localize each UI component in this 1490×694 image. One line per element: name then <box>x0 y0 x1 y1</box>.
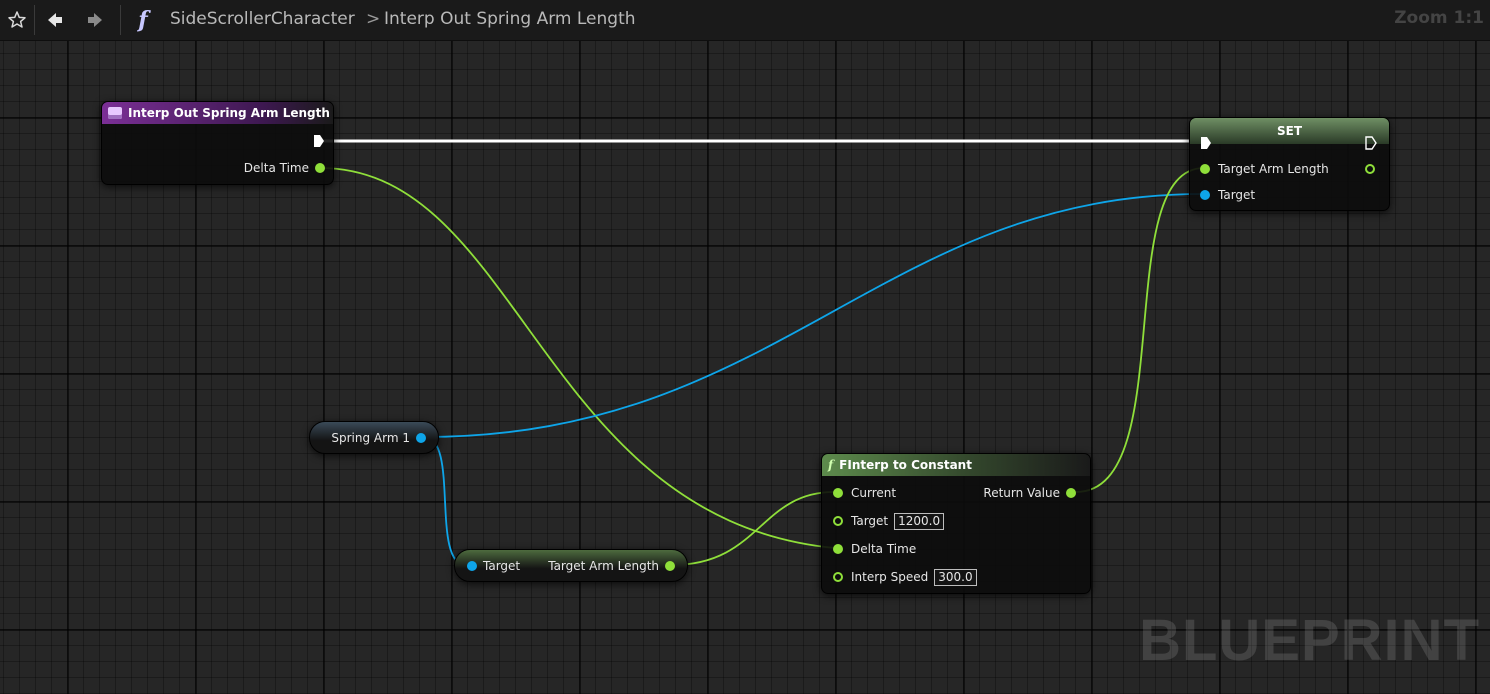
float-pin-icon[interactable] <box>1200 164 1210 174</box>
float-pin-icon[interactable] <box>1365 164 1375 174</box>
set-target-arm-length-pin[interactable]: Target Arm Length <box>1200 161 1329 177</box>
function-icon: f <box>828 458 834 472</box>
event-exec-out[interactable] <box>313 133 325 149</box>
set-node-title: SET <box>1276 124 1303 138</box>
finterp-target-label: Target <box>851 514 889 528</box>
object-pin-icon[interactable] <box>1200 190 1210 200</box>
finterp-node-header[interactable]: f FInterp to Constant <box>822 454 1090 476</box>
event-delta-time-pin[interactable]: Delta Time <box>244 160 325 176</box>
exec-pin-icon <box>314 135 324 147</box>
float-pin-icon[interactable] <box>833 516 843 526</box>
float-pin-icon[interactable] <box>665 561 675 571</box>
finterp-target-value-input[interactable]: 1200.0 <box>894 512 945 530</box>
spring-arm-to-set-target-wire <box>423 193 1204 438</box>
spring-arm-label: Spring Arm 1 <box>331 431 410 445</box>
set-target-label: Target <box>1218 188 1256 202</box>
set-node[interactable]: SET Target Arm Length Target <box>1189 117 1390 211</box>
event-node-title: Interp Out Spring Arm Length <box>128 106 330 120</box>
get-arm-length-label: Target Arm Length <box>548 559 659 573</box>
get-target-label: Target <box>483 559 521 573</box>
finterp-return-value-label: Return Value <box>983 486 1060 500</box>
set-target-pin[interactable]: Target <box>1200 187 1255 203</box>
finterp-current-label: Current <box>851 486 897 500</box>
finterp-interp-speed-value-input[interactable]: 300.0 <box>934 568 977 586</box>
spring-arm-output-pin[interactable]: Spring Arm 1 <box>331 430 426 446</box>
event-node-header[interactable]: Interp Out Spring Arm Length <box>102 102 333 124</box>
get-target-pin[interactable]: Target <box>467 558 520 574</box>
get-target-arm-length-node[interactable]: Target Target Arm Length <box>454 549 688 582</box>
float-pin-icon[interactable] <box>833 544 843 554</box>
delta-time-wire <box>319 167 836 549</box>
spring-arm-to-get-target-wire <box>423 436 467 566</box>
set-output-pin[interactable] <box>1365 161 1375 177</box>
set-exec-out[interactable] <box>1365 135 1377 151</box>
finterp-interp-speed-pin[interactable]: Interp Speed 300.0 <box>833 568 977 586</box>
finterp-delta-time-label: Delta Time <box>851 542 917 556</box>
set-target-arm-length-label: Target Arm Length <box>1218 162 1329 176</box>
event-icon <box>108 107 122 119</box>
finterp-return-value-pin[interactable]: Return Value <box>983 485 1076 501</box>
object-pin-icon[interactable] <box>467 561 477 571</box>
set-exec-in[interactable] <box>1200 135 1212 151</box>
event-node[interactable]: Interp Out Spring Arm Length Delta Time <box>101 101 334 185</box>
finterp-target-pin[interactable]: Target 1200.0 <box>833 512 945 530</box>
float-pin-icon[interactable] <box>1066 488 1076 498</box>
finterp-current-pin[interactable]: Current <box>833 485 896 501</box>
spring-arm-variable-node[interactable]: Spring Arm 1 <box>309 421 439 454</box>
blueprint-watermark: BLUEPRINT <box>1139 608 1480 673</box>
exec-pin-icon <box>1201 137 1211 149</box>
object-pin-icon[interactable] <box>416 433 426 443</box>
get-arm-length-pin[interactable]: Target Arm Length <box>548 558 675 574</box>
finterp-node-title: FInterp to Constant <box>839 458 972 472</box>
finterp-delta-time-pin[interactable]: Delta Time <box>833 541 916 557</box>
float-pin-icon[interactable] <box>833 572 843 582</box>
event-delta-time-label: Delta Time <box>243 161 309 175</box>
return-value-to-set-wire <box>1075 167 1205 493</box>
exec-pin-icon <box>1365 136 1377 150</box>
set-node-header[interactable]: SET <box>1190 118 1389 144</box>
finterp-node[interactable]: f FInterp to Constant Current Target 120… <box>821 453 1091 594</box>
float-pin-icon[interactable] <box>315 163 325 173</box>
float-pin-icon[interactable] <box>833 488 843 498</box>
finterp-interp-speed-label: Interp Speed <box>851 570 929 584</box>
